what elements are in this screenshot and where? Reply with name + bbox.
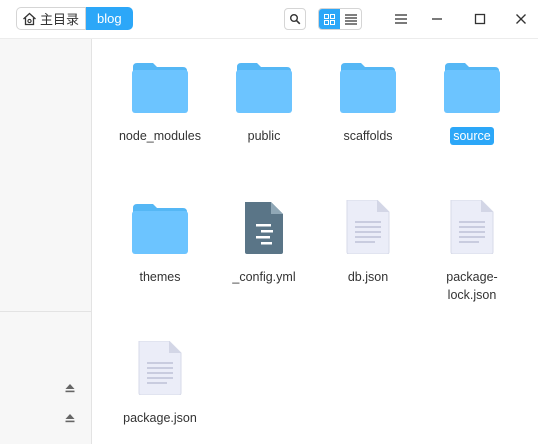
file-item-node-modules[interactable]: node_modules <box>110 49 210 145</box>
file-name: node_modules <box>118 129 201 143</box>
file-name-selected: source <box>450 127 494 145</box>
view-mode-toggle <box>318 8 362 30</box>
file-name: themes <box>139 270 181 284</box>
list-view-button[interactable] <box>340 9 361 29</box>
json-file-icon <box>318 190 418 254</box>
json-file-icon <box>110 331 210 395</box>
file-item-config-yml[interactable]: _config.yml <box>214 190 314 286</box>
close-button[interactable] <box>511 9 531 29</box>
grid-icon <box>324 13 335 25</box>
breadcrumb-current[interactable]: blog <box>86 7 133 30</box>
breadcrumb-home[interactable]: 主目录 <box>16 7 87 30</box>
menu-icon <box>395 14 407 24</box>
file-item-package-json[interactable]: package.json <box>110 331 210 427</box>
list-icon <box>344 13 357 25</box>
maximize-icon <box>474 13 486 25</box>
file-item-source[interactable]: source <box>422 49 522 145</box>
json-file-icon <box>422 190 522 254</box>
search-button[interactable] <box>284 8 306 30</box>
home-icon <box>23 12 36 25</box>
file-name: public <box>247 129 281 143</box>
folder-icon <box>422 49 522 113</box>
minimize-icon <box>432 18 442 20</box>
sidebar-divider <box>0 311 91 312</box>
file-name: package.json <box>123 411 197 425</box>
toolbar: 主目录 blog <box>0 0 538 39</box>
file-name: scaffolds <box>343 129 393 143</box>
eject-icon[interactable] <box>64 412 76 424</box>
file-item-db-json[interactable]: db.json <box>318 190 418 286</box>
close-icon <box>516 14 526 24</box>
sidebar <box>0 39 92 444</box>
folder-icon <box>110 190 210 254</box>
menu-button[interactable] <box>391 9 411 29</box>
file-name: _config.yml <box>232 270 296 284</box>
file-grid: node_modules public scaffolds source the… <box>92 39 538 444</box>
breadcrumb: 主目录 blog <box>16 7 133 30</box>
minimize-button[interactable] <box>427 9 447 29</box>
search-icon <box>290 14 301 25</box>
file-item-public[interactable]: public <box>214 49 314 145</box>
file-item-themes[interactable]: themes <box>110 190 210 286</box>
file-item-package-lock-json[interactable]: package- lock.json <box>422 190 522 304</box>
file-name-line: package- <box>446 270 498 284</box>
folder-icon <box>318 49 418 113</box>
folder-icon <box>110 49 210 113</box>
file-name: db.json <box>347 270 389 284</box>
file-name-line: lock.json <box>447 288 497 302</box>
file-item-scaffolds[interactable]: scaffolds <box>318 49 418 145</box>
folder-icon <box>214 49 314 113</box>
icon-view-button[interactable] <box>319 9 340 29</box>
maximize-button[interactable] <box>470 9 490 29</box>
file-name: package- lock.json <box>422 268 522 304</box>
yml-file-icon <box>214 190 314 254</box>
eject-icon[interactable] <box>64 382 76 394</box>
breadcrumb-home-label: 主目录 <box>40 12 80 27</box>
